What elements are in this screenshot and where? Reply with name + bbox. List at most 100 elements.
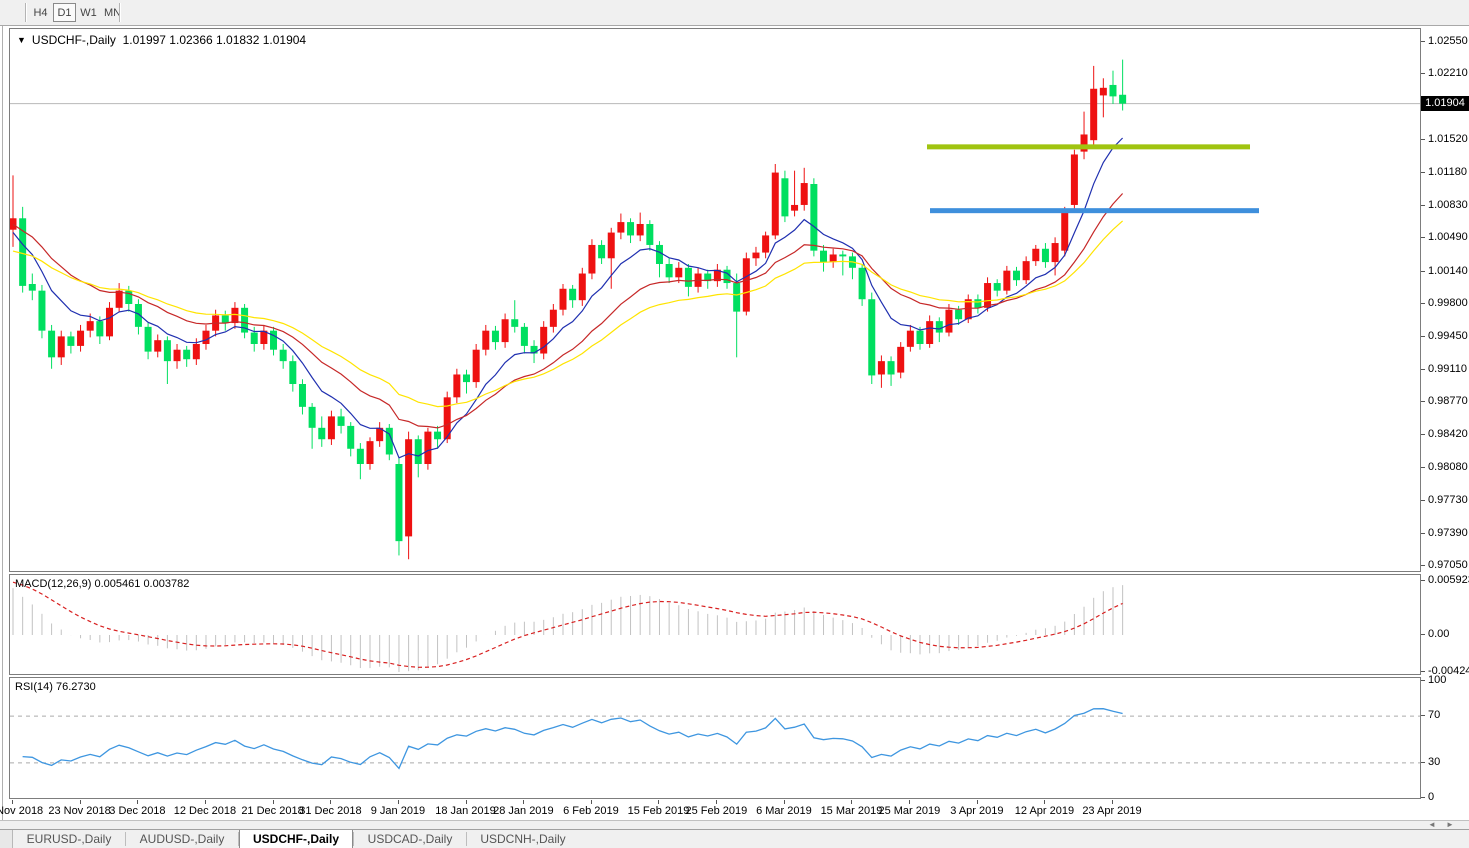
macd-axis-label-tick xyxy=(1421,634,1425,635)
timeframe-button-h4[interactable]: H4 xyxy=(29,3,52,22)
timeframe-button-mn[interactable]: MN xyxy=(101,3,124,22)
rsi-label: RSI(14) 76.2730 xyxy=(15,681,96,693)
price-axis-label-tick xyxy=(1421,172,1425,173)
macd-signal-value: 0.003782 xyxy=(143,578,189,590)
rsi-axis-label-tick xyxy=(1421,680,1425,681)
macd-histogram xyxy=(13,585,1123,672)
tab-eurusd-daily[interactable]: EURUSD-,Daily xyxy=(13,830,125,848)
price-axis-label: 0.98420 xyxy=(1428,428,1468,441)
macd-axis-label-tick xyxy=(1421,671,1425,672)
date-tick xyxy=(137,800,138,804)
fast-ema-line xyxy=(13,138,1123,458)
date-axis: 14 Nov 201823 Nov 20183 Dec 201812 Dec 2… xyxy=(9,800,1421,820)
price-axis-label: 0.99450 xyxy=(1428,330,1468,343)
scroll-left-icon[interactable]: ◄ xyxy=(1428,820,1436,829)
rsi-axis-label-tick xyxy=(1421,762,1425,763)
price-axis-label: 0.98770 xyxy=(1428,395,1468,408)
toolbar-separator xyxy=(119,3,120,22)
horizontal-scrollbar[interactable]: ◄ ► xyxy=(0,820,1469,829)
price-axis-label-tick xyxy=(1421,500,1425,501)
tab-usdcad-daily[interactable]: USDCAD-,Daily xyxy=(354,830,466,848)
main-chart-pane: ▼ USDCHF-,Daily 1.01997 1.02366 1.01832 1… xyxy=(9,28,1421,572)
price-axis-label: 0.97730 xyxy=(1428,494,1468,507)
rsi-axis-label: 0 xyxy=(1428,791,1434,804)
price-axis-label: 1.01520 xyxy=(1428,133,1468,146)
date-tick xyxy=(273,800,274,804)
price-axis-label-tick xyxy=(1421,237,1425,238)
tab-usdcnh-daily[interactable]: USDCNH-,Daily xyxy=(467,830,579,848)
price-axis-label-tick xyxy=(1421,336,1425,337)
rsi-value: 76.2730 xyxy=(56,681,96,693)
chart-title: ▼ USDCHF-,Daily 1.01997 1.02366 1.01832 1… xyxy=(17,33,306,47)
rsi-indicator-pane: RSI(14) 76.2730 xyxy=(9,677,1421,799)
tab-audusd-daily[interactable]: AUDUSD-,Daily xyxy=(126,830,238,848)
date-tick xyxy=(909,800,910,804)
rsi-axis-label-tick xyxy=(1421,715,1425,716)
rsi-axis-label: 30 xyxy=(1428,756,1440,769)
macd-label: MACD(12,26,9) 0.005461 0.003782 xyxy=(15,578,189,590)
date-tick xyxy=(12,800,13,804)
chart-symbol-label: USDCHF-,Daily xyxy=(32,33,116,47)
price-axis-label-tick xyxy=(1421,41,1425,42)
price-axis-label-tick xyxy=(1421,303,1425,304)
chart-ohlc-values: 1.01997 1.02366 1.01832 1.01904 xyxy=(123,33,307,47)
price-axis-label-tick xyxy=(1421,139,1425,140)
chart-collapse-icon[interactable]: ▼ xyxy=(17,35,26,45)
price-axis-label-tick xyxy=(1421,73,1425,74)
date-tick xyxy=(977,800,978,804)
timeframe-toolbar: H4D1W1MN xyxy=(0,0,1469,26)
price-axis-label: 0.97050 xyxy=(1428,559,1468,572)
date-tick xyxy=(784,800,785,804)
timeframe-button-d1[interactable]: D1 xyxy=(53,3,76,22)
price-axis-label: 0.99110 xyxy=(1428,363,1467,376)
tab-usdchf-daily[interactable]: USDCHF-,Daily xyxy=(239,830,353,848)
chart-tab-bar: EURUSD-,DailyAUDUSD-,DailyUSDCHF-,DailyU… xyxy=(0,829,1469,848)
macd-signal-line xyxy=(13,582,1123,667)
rsi-axis-label-tick xyxy=(1421,797,1425,798)
rsi-chart xyxy=(10,678,1420,798)
price-axis-label: 1.02550 xyxy=(1428,35,1468,48)
date-tick xyxy=(1112,800,1113,804)
price-axis-label-tick xyxy=(1421,271,1425,272)
rsi-axis-label: 100 xyxy=(1428,674,1446,687)
macd-value: 0.005461 xyxy=(94,578,140,590)
macd-chart xyxy=(10,575,1420,674)
price-axis-label-tick xyxy=(1421,369,1425,370)
price-axis-label-tick xyxy=(1421,565,1425,566)
macd-axis-label: 0.005923 xyxy=(1428,574,1469,587)
date-axis-label: 23 Apr 2019 xyxy=(1067,805,1157,817)
date-tick xyxy=(466,800,467,804)
price-axis-label: 1.00490 xyxy=(1428,231,1468,244)
date-tick xyxy=(851,800,852,804)
candlestick-chart xyxy=(10,29,1420,571)
macd-axis-label: 0.00 xyxy=(1428,628,1449,641)
support-line[interactable] xyxy=(930,208,1259,213)
price-axis-label-tick xyxy=(1421,205,1425,206)
date-tick xyxy=(658,800,659,804)
price-axis-label-tick xyxy=(1421,434,1425,435)
macd-indicator-pane: MACD(12,26,9) 0.005461 0.003782 xyxy=(9,574,1421,675)
date-tick xyxy=(205,800,206,804)
price-axis-label-tick xyxy=(1421,467,1425,468)
trading-terminal-window: H4D1W1MN ▼ USDCHF-,Daily 1.01997 1.02366 … xyxy=(0,0,1469,848)
scroll-right-icon[interactable]: ► xyxy=(1446,820,1454,829)
price-axis-label: 0.99800 xyxy=(1428,297,1468,310)
date-tick xyxy=(1044,800,1045,804)
date-tick xyxy=(80,800,81,804)
price-axis-label: 1.00830 xyxy=(1428,199,1468,212)
current-price-badge: 1.01904 xyxy=(1421,96,1469,111)
date-tick xyxy=(716,800,717,804)
rsi-line xyxy=(23,709,1123,769)
price-axis-label: 1.00140 xyxy=(1428,265,1468,278)
window-left-edge xyxy=(2,26,3,848)
price-axis-label-tick xyxy=(1421,533,1425,534)
price-axis-label: 1.01180 xyxy=(1428,166,1467,179)
timeframe-button-w1[interactable]: W1 xyxy=(77,3,100,22)
price-axis-label: 1.02210 xyxy=(1428,67,1468,80)
price-axis-label-tick xyxy=(1421,401,1425,402)
date-tick xyxy=(523,800,524,804)
date-tick xyxy=(330,800,331,804)
price-axis-label: 0.98080 xyxy=(1428,461,1468,474)
resistance-line[interactable] xyxy=(927,144,1250,149)
rsi-axis-label: 70 xyxy=(1428,709,1440,722)
